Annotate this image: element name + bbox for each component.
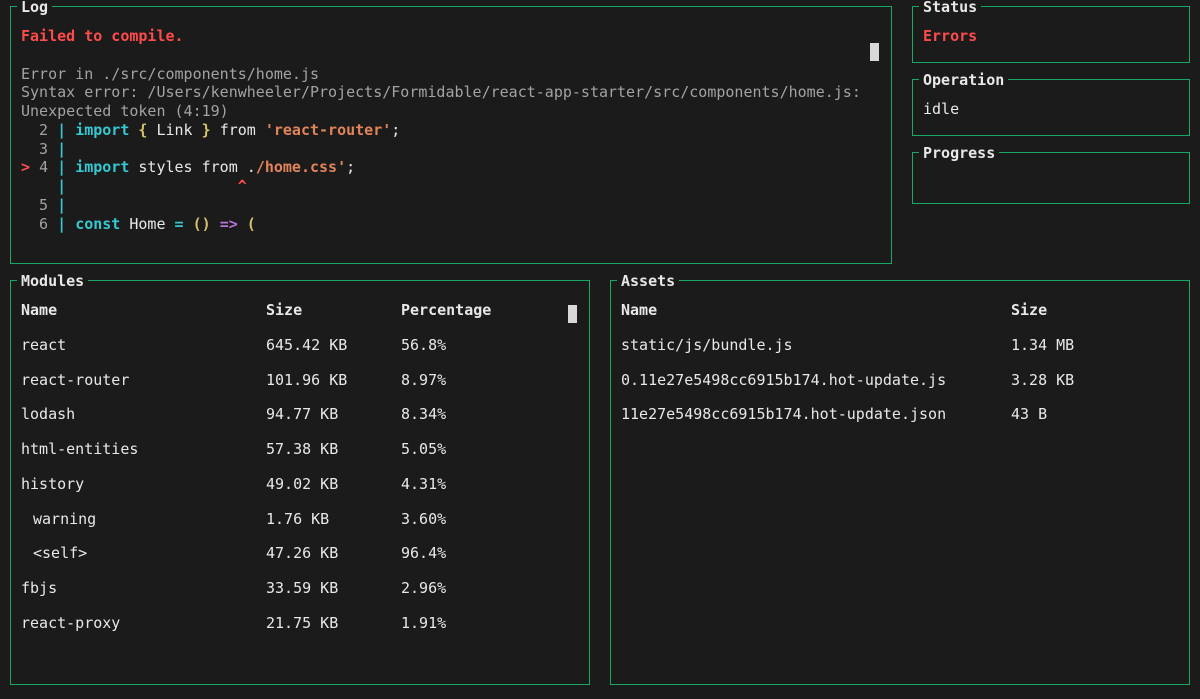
- modules-header-size: Size: [266, 301, 401, 320]
- table-row[interactable]: lodash94.77 KB8.34%: [21, 405, 579, 424]
- progress-title: Progress: [919, 144, 999, 163]
- modules-rows: react645.42 KB56.8% react-router101.96 KB…: [21, 336, 579, 633]
- module-pct: 5.05%: [401, 440, 579, 459]
- assets-header: Name Size: [621, 301, 1179, 320]
- table-row[interactable]: static/js/bundle.js1.34 MB: [621, 336, 1179, 355]
- module-size: 94.77 KB: [266, 405, 401, 424]
- module-name: warning: [21, 510, 266, 529]
- log-panel: Log Failed to compile. Error in ./src/co…: [10, 6, 892, 264]
- operation-panel: Operation idle: [912, 79, 1190, 136]
- module-size: 33.59 KB: [266, 579, 401, 598]
- asset-name: 11e27e5498cc6915b174.hot-update.json: [621, 405, 1011, 424]
- log-body: Failed to compile. Error in ./src/compon…: [21, 27, 881, 233]
- status-panel: Status Errors: [912, 6, 1190, 63]
- table-row[interactable]: history49.02 KB4.31%: [21, 475, 579, 494]
- status-title: Status: [919, 0, 981, 17]
- module-size: 645.42 KB: [266, 336, 401, 355]
- log-cursor: [870, 43, 879, 61]
- module-pct: 96.4%: [401, 544, 579, 563]
- module-pct: 1.91%: [401, 614, 579, 633]
- status-value: Errors: [923, 27, 1179, 46]
- modules-header-name: Name: [21, 301, 266, 320]
- table-row[interactable]: react645.42 KB56.8%: [21, 336, 579, 355]
- modules-panel: Modules Name Size Percentage react645.42…: [10, 280, 590, 685]
- log-syntax-error: Syntax error: /Users/kenwheeler/Projects…: [21, 83, 861, 101]
- log-error-in: Error in ./src/components/home.js: [21, 65, 319, 83]
- log-title: Log: [17, 0, 52, 17]
- module-pct: 8.97%: [401, 371, 579, 390]
- asset-size: 43 B: [1011, 405, 1179, 424]
- module-name: history: [21, 475, 266, 494]
- module-size: 101.96 KB: [266, 371, 401, 390]
- module-pct: 4.31%: [401, 475, 579, 494]
- module-size: 49.02 KB: [266, 475, 401, 494]
- module-name: html-entities: [21, 440, 266, 459]
- module-name: fbjs: [21, 579, 266, 598]
- table-row[interactable]: <self>47.26 KB96.4%: [21, 544, 579, 563]
- module-name: react: [21, 336, 266, 355]
- table-row[interactable]: html-entities57.38 KB5.05%: [21, 440, 579, 459]
- assets-header-size: Size: [1011, 301, 1179, 320]
- module-name: react-proxy: [21, 614, 266, 633]
- module-size: 21.75 KB: [266, 614, 401, 633]
- table-row[interactable]: react-router101.96 KB8.97%: [21, 371, 579, 390]
- module-pct: 2.96%: [401, 579, 579, 598]
- table-row[interactable]: warning1.76 KB3.60%: [21, 510, 579, 529]
- module-pct: 3.60%: [401, 510, 579, 529]
- module-size: 1.76 KB: [266, 510, 401, 529]
- table-row[interactable]: fbjs33.59 KB2.96%: [21, 579, 579, 598]
- log-unexpected: Unexpected token (4:19): [21, 102, 229, 120]
- progress-panel: Progress: [912, 152, 1190, 204]
- asset-size: 3.28 KB: [1011, 371, 1179, 390]
- assets-rows: static/js/bundle.js1.34 MB0.11e27e5498cc…: [621, 336, 1179, 424]
- module-size: 57.38 KB: [266, 440, 401, 459]
- operation-title: Operation: [919, 71, 1008, 90]
- table-row[interactable]: 11e27e5498cc6915b174.hot-update.json43 B: [621, 405, 1179, 424]
- table-row[interactable]: react-proxy21.75 KB1.91%: [21, 614, 579, 633]
- asset-name: 0.11e27e5498cc6915b174.hot-update.js: [621, 371, 1011, 390]
- table-row[interactable]: 0.11e27e5498cc6915b174.hot-update.js3.28…: [621, 371, 1179, 390]
- module-pct: 56.8%: [401, 336, 579, 355]
- module-name: <self>: [21, 544, 266, 563]
- module-size: 47.26 KB: [266, 544, 401, 563]
- module-pct: 8.34%: [401, 405, 579, 424]
- assets-header-name: Name: [621, 301, 1011, 320]
- modules-header: Name Size Percentage: [21, 301, 579, 320]
- assets-title: Assets: [617, 272, 679, 291]
- modules-cursor: [568, 305, 577, 323]
- modules-header-pct: Percentage: [401, 301, 579, 320]
- modules-title: Modules: [17, 272, 88, 291]
- module-name: lodash: [21, 405, 266, 424]
- asset-name: static/js/bundle.js: [621, 336, 1011, 355]
- log-error-headline: Failed to compile.: [21, 27, 184, 45]
- operation-value: idle: [923, 100, 1179, 119]
- assets-panel: Assets Name Size static/js/bundle.js1.34…: [610, 280, 1190, 685]
- asset-size: 1.34 MB: [1011, 336, 1179, 355]
- module-name: react-router: [21, 371, 266, 390]
